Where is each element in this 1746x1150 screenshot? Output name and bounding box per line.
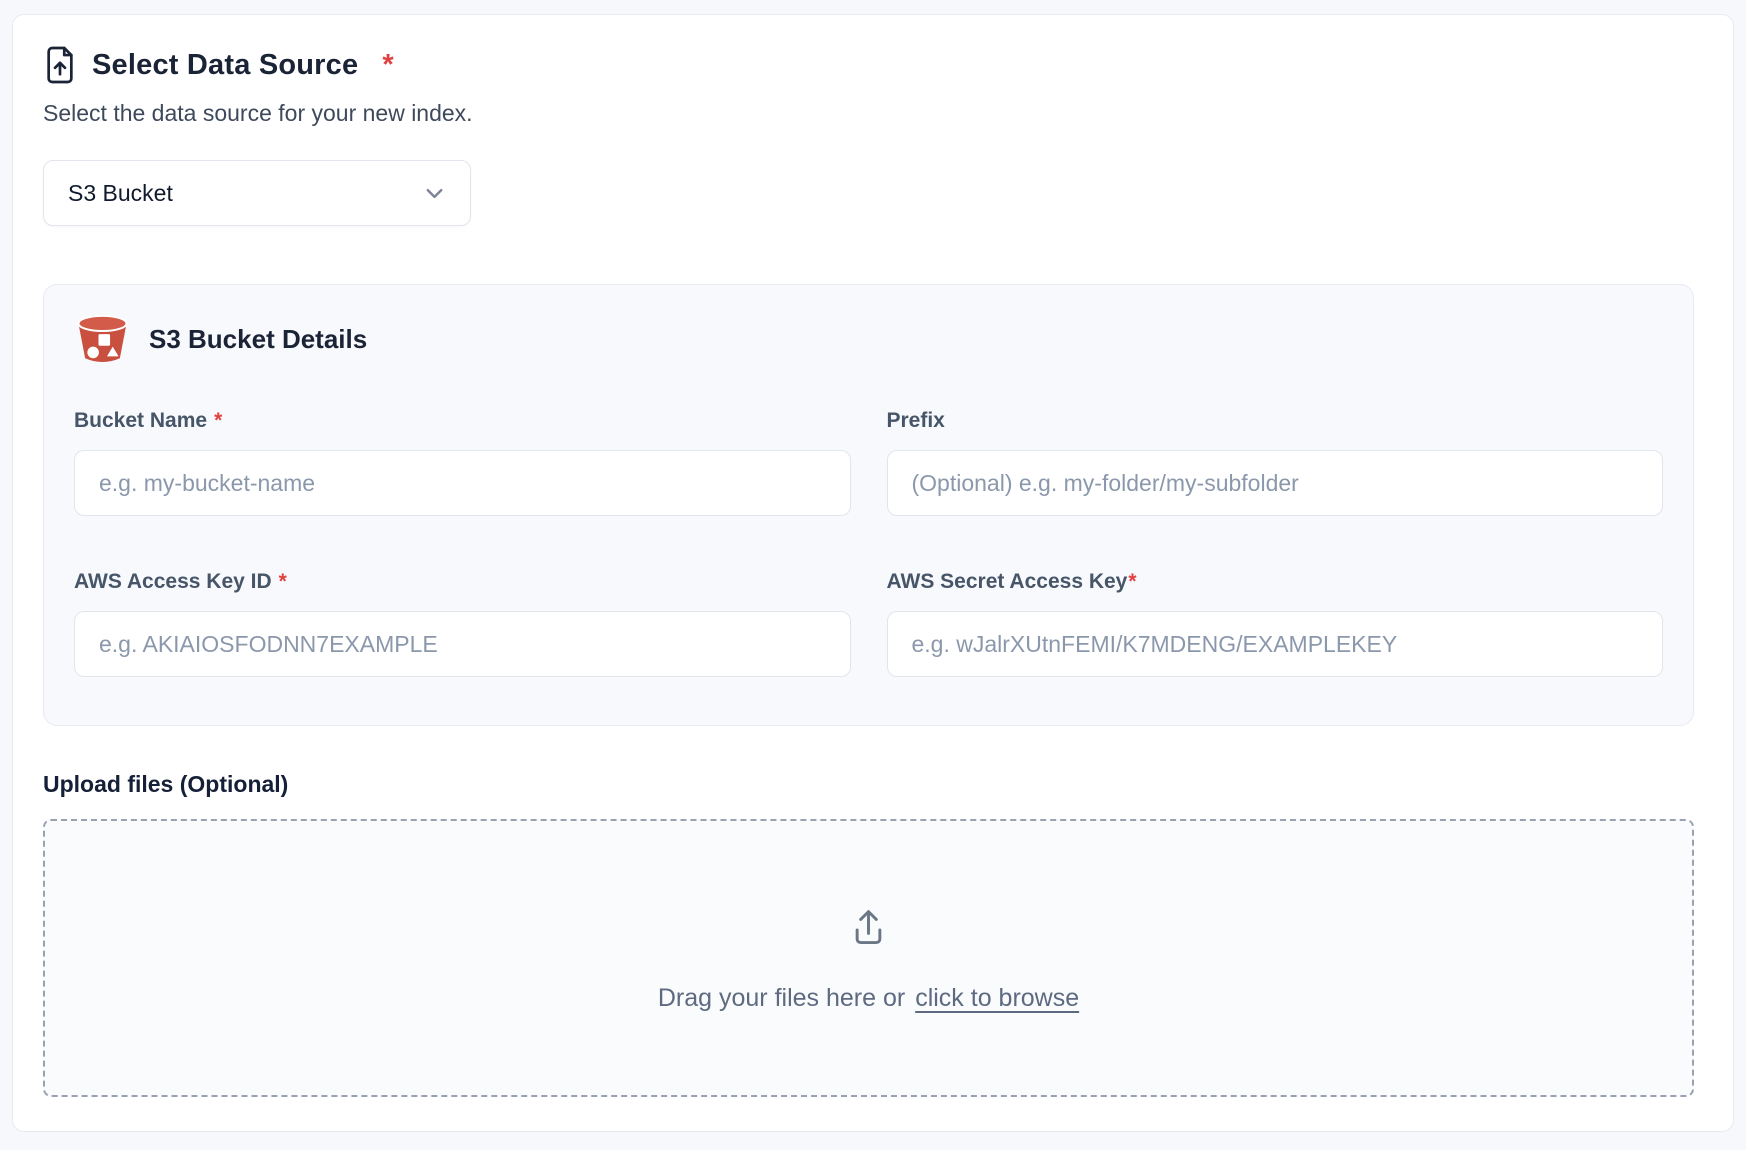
panel-header: S3 Bucket Details	[74, 311, 1663, 367]
field-aws-secret-access-key: AWS Secret Access Key*	[887, 570, 1664, 677]
prefix-label: Prefix	[887, 409, 945, 432]
upload-files-label: Upload files (Optional)	[43, 771, 1692, 798]
page-title: Select Data Source	[92, 49, 358, 82]
chevron-down-icon	[421, 180, 448, 207]
field-bucket-name: Bucket Name *	[74, 409, 851, 516]
section-header: Select Data Source *	[43, 43, 1692, 87]
prefix-input[interactable]	[887, 450, 1664, 516]
aws-access-key-id-input[interactable]	[74, 611, 851, 677]
s3-bucket-icon	[74, 313, 131, 366]
section-subtitle: Select the data source for your new inde…	[43, 100, 1692, 127]
required-asterisk: *	[214, 409, 222, 432]
field-aws-access-key-id: AWS Access Key ID *	[74, 570, 851, 677]
click-to-browse-link[interactable]: click to browse	[915, 984, 1079, 1013]
aws-access-key-id-label: AWS Access Key ID	[74, 570, 272, 593]
drag-files-text: Drag your files here or	[658, 984, 905, 1013]
s3-bucket-details-panel: S3 Bucket Details Bucket Name * Prefix AW…	[43, 284, 1694, 726]
panel-title: S3 Bucket Details	[149, 324, 367, 355]
required-asterisk: *	[382, 49, 393, 82]
bucket-name-input[interactable]	[74, 450, 851, 516]
dropzone-text: Drag your files here or click to browse	[658, 984, 1079, 1013]
bucket-name-label: Bucket Name	[74, 409, 207, 432]
fields-grid: Bucket Name * Prefix AWS Access Key ID * A…	[74, 409, 1663, 677]
file-arrow-up-icon	[43, 45, 77, 85]
aws-secret-access-key-label: AWS Secret Access Key	[887, 570, 1128, 593]
data-source-selected-value: S3 Bucket	[68, 180, 173, 207]
data-source-select[interactable]: S3 Bucket	[43, 160, 471, 226]
aws-secret-access-key-input[interactable]	[887, 611, 1664, 677]
required-asterisk: *	[1128, 570, 1136, 593]
data-source-card: Select Data Source * Select the data sou…	[12, 14, 1734, 1132]
field-prefix: Prefix	[887, 409, 1664, 516]
required-asterisk: *	[279, 570, 287, 593]
file-dropzone[interactable]: Drag your files here or click to browse	[43, 819, 1694, 1097]
upload-tray-icon	[845, 903, 892, 950]
